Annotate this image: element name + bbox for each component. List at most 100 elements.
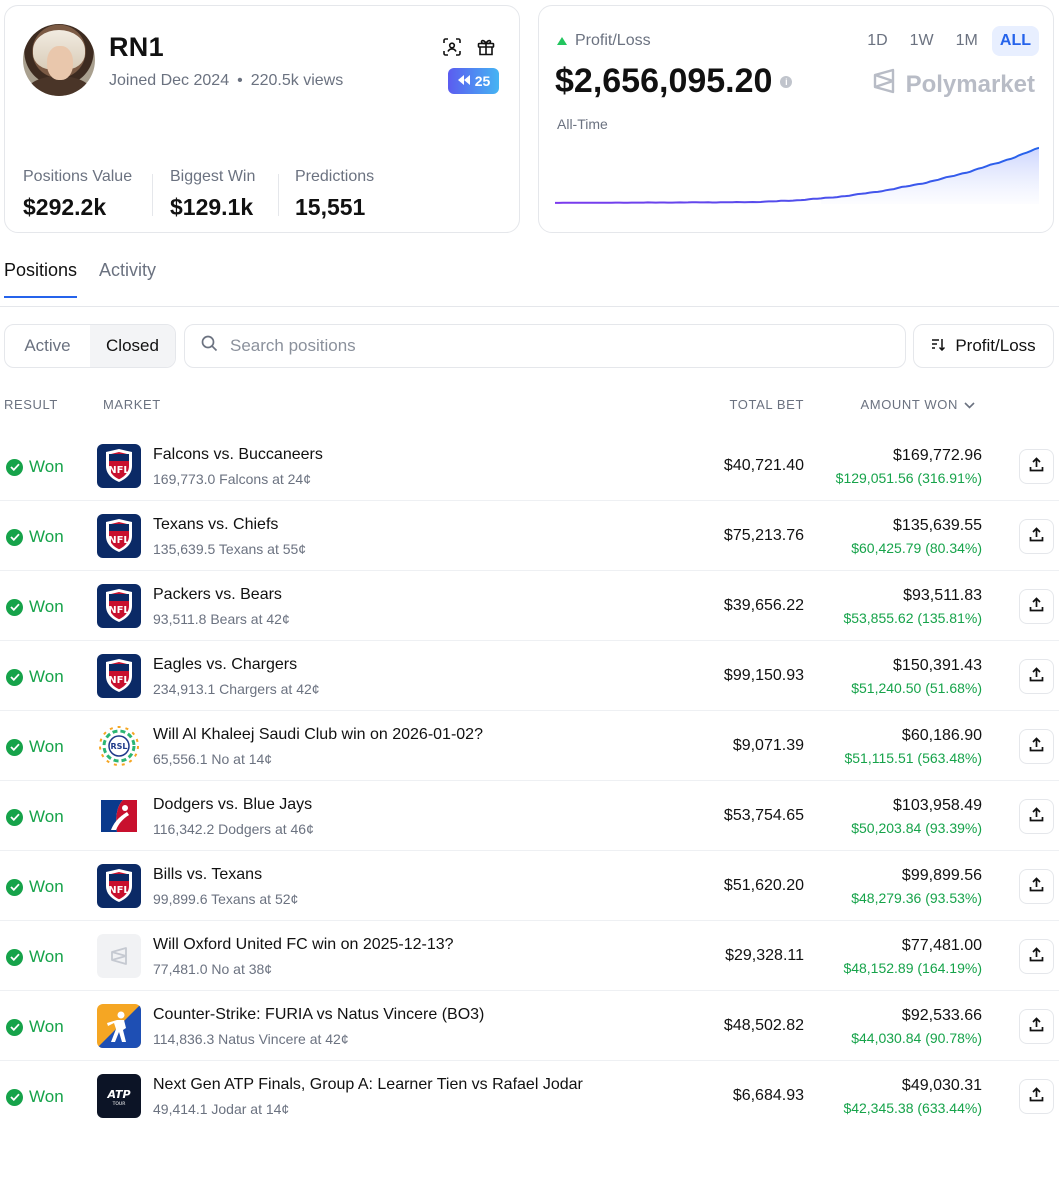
- result-cell: Won: [6, 1017, 64, 1037]
- share-icon: [1029, 806, 1044, 827]
- total-bet: $29,328.11: [725, 947, 804, 964]
- table-row[interactable]: Won Dodgers vs. Blue Jays 116,342.2 Dodg…: [0, 781, 1059, 851]
- range-1w[interactable]: 1W: [902, 26, 942, 56]
- result-text: Won: [29, 947, 64, 966]
- search-input[interactable]: [230, 336, 870, 356]
- info-icon[interactable]: i: [780, 75, 793, 88]
- share-button[interactable]: [1019, 799, 1054, 834]
- status-segmented-control: Active Closed: [4, 324, 176, 368]
- market-subtitle: 99,899.6 Texans at 52¢: [153, 891, 299, 907]
- stat-label: Predictions: [295, 168, 375, 185]
- market-title[interactable]: Next Gen ATP Finals, Group A: Learner Ti…: [153, 1076, 583, 1094]
- result-cell: Won: [6, 877, 64, 897]
- total-bet: $6,684.93: [732, 1087, 804, 1104]
- table-row[interactable]: Won RSL Will Al Khaleej Saudi Club win o…: [0, 711, 1059, 781]
- market-title[interactable]: Packers vs. Bears: [153, 586, 282, 604]
- result-text: Won: [29, 667, 64, 686]
- polymarket-logo-icon: [872, 68, 896, 101]
- table-row[interactable]: Won Will Oxford United FC win on 2025-12…: [0, 921, 1059, 991]
- polymarket-brand: Polymarket: [872, 68, 1035, 101]
- total-bet: $9,071.39: [732, 737, 804, 754]
- share-button[interactable]: [1019, 869, 1054, 904]
- share-button[interactable]: [1019, 659, 1054, 694]
- market-subtitle: 49,414.1 Jodar at 14¢: [153, 1101, 290, 1117]
- header-market[interactable]: MARKET: [103, 397, 161, 412]
- market-title[interactable]: Falcons vs. Buccaneers: [153, 446, 323, 464]
- sort-button[interactable]: Profit/Loss: [913, 324, 1054, 368]
- stat-label: Positions Value: [23, 168, 133, 185]
- header-total-bet[interactable]: TOTAL BET: [729, 397, 804, 412]
- check-circle-icon: [6, 948, 23, 966]
- market-subtitle: 93,511.8 Bears at 42¢: [153, 611, 290, 627]
- range-1m[interactable]: 1M: [948, 26, 986, 56]
- share-button[interactable]: [1019, 589, 1054, 624]
- pnl-label: Profit/Loss: [557, 32, 651, 50]
- profile-card: RN1 Joined Dec 2024 • 220.5k views 25 Posi…: [4, 5, 520, 233]
- tab-positions[interactable]: Positions: [4, 260, 78, 298]
- amount-won: $60,186.90: [901, 727, 982, 744]
- table-row[interactable]: Won NFL Bills vs. Texans 99,899.6 Texans…: [0, 851, 1059, 921]
- market-subtitle: 135,639.5 Texans at 55¢: [153, 541, 307, 557]
- result-cell: Won: [6, 1087, 64, 1107]
- total-bet: $75,213.76: [723, 527, 804, 544]
- scan-icon[interactable]: [441, 36, 463, 58]
- profit-gain: $44,030.84 (90.78%): [851, 1030, 982, 1046]
- search-icon: [201, 335, 218, 357]
- table-row[interactable]: Won NFL Texans vs. Chiefs 135,639.5 Texa…: [0, 501, 1059, 571]
- table-row[interactable]: Won NFL Eagles vs. Chargers 234,913.1 Ch…: [0, 641, 1059, 711]
- gift-icon[interactable]: [475, 36, 497, 58]
- market-title[interactable]: Eagles vs. Chargers: [153, 656, 297, 674]
- table-row[interactable]: Won ATP TOUR Next Gen ATP Finals, Group A…: [0, 1061, 1059, 1131]
- pnl-amount: $2,656,095.20: [555, 62, 773, 100]
- share-button[interactable]: [1019, 1009, 1054, 1044]
- check-circle-icon: [6, 738, 23, 756]
- avatar[interactable]: [23, 24, 95, 96]
- svg-text:NFL: NFL: [108, 675, 130, 686]
- profit-gain: $60,425.79 (80.34%): [851, 540, 982, 556]
- share-button[interactable]: [1019, 1079, 1054, 1114]
- market-title[interactable]: Counter-Strike: FURIA vs Natus Vincere (…: [153, 1006, 484, 1024]
- market-title[interactable]: Will Oxford United FC win on 2025-12-13?: [153, 936, 454, 954]
- result-cell: Won: [6, 667, 64, 687]
- range-all[interactable]: ALL: [991, 26, 1039, 56]
- market-title[interactable]: Texans vs. Chiefs: [153, 516, 278, 534]
- nfl-logo-icon: NFL: [97, 444, 141, 488]
- share-button[interactable]: [1019, 519, 1054, 554]
- share-icon: [1029, 946, 1044, 967]
- stat-value: $129.1k: [170, 194, 254, 220]
- share-icon: [1029, 526, 1044, 547]
- result-text: Won: [29, 457, 64, 476]
- share-button[interactable]: [1019, 449, 1054, 484]
- segment-closed[interactable]: Closed: [90, 325, 175, 367]
- table-row[interactable]: Won NFL Falcons vs. Buccaneers 169,773.0…: [0, 431, 1059, 501]
- tab-activity[interactable]: Activity: [99, 260, 156, 298]
- table-row[interactable]: Won Counter-Strike: FURIA vs Natus Vince…: [0, 991, 1059, 1061]
- table-row[interactable]: Won NFL Packers vs. Bears 93,511.8 Bears…: [0, 571, 1059, 641]
- svg-text:NFL: NFL: [108, 535, 130, 546]
- header-result[interactable]: RESULT: [4, 397, 58, 412]
- result-text: Won: [29, 877, 64, 896]
- share-button[interactable]: [1019, 939, 1054, 974]
- share-icon: [1029, 1016, 1044, 1037]
- check-circle-icon: [6, 458, 23, 476]
- market-title[interactable]: Will Al Khaleej Saudi Club win on 2026-0…: [153, 726, 483, 744]
- view-count: 220.5k views: [250, 72, 344, 89]
- market-subtitle: 114,836.3 Natus Vincere at 42¢: [153, 1031, 349, 1047]
- nfl-logo-icon: NFL: [97, 654, 141, 698]
- market-title[interactable]: Bills vs. Texans: [153, 866, 262, 884]
- brand-name: Polymarket: [905, 70, 1035, 98]
- pnl-period: All-Time: [557, 116, 608, 132]
- header-amount-won[interactable]: AMOUNT WON: [861, 397, 975, 412]
- amount-won: $92,533.66: [901, 1007, 982, 1024]
- rewind-badge[interactable]: 25: [448, 68, 499, 94]
- range-1d[interactable]: 1D: [859, 26, 895, 56]
- result-cell: Won: [6, 807, 64, 827]
- stat-biggest-win: Biggest Win $129.1k: [170, 168, 255, 221]
- share-button[interactable]: [1019, 729, 1054, 764]
- market-title[interactable]: Dodgers vs. Blue Jays: [153, 796, 312, 814]
- stat-value: 15,551: [295, 194, 366, 220]
- stat-positions-value: Positions Value $292.2k: [23, 168, 132, 221]
- rewind-icon: [457, 73, 471, 89]
- segment-active[interactable]: Active: [5, 325, 90, 367]
- nfl-logo-icon: NFL: [97, 584, 141, 628]
